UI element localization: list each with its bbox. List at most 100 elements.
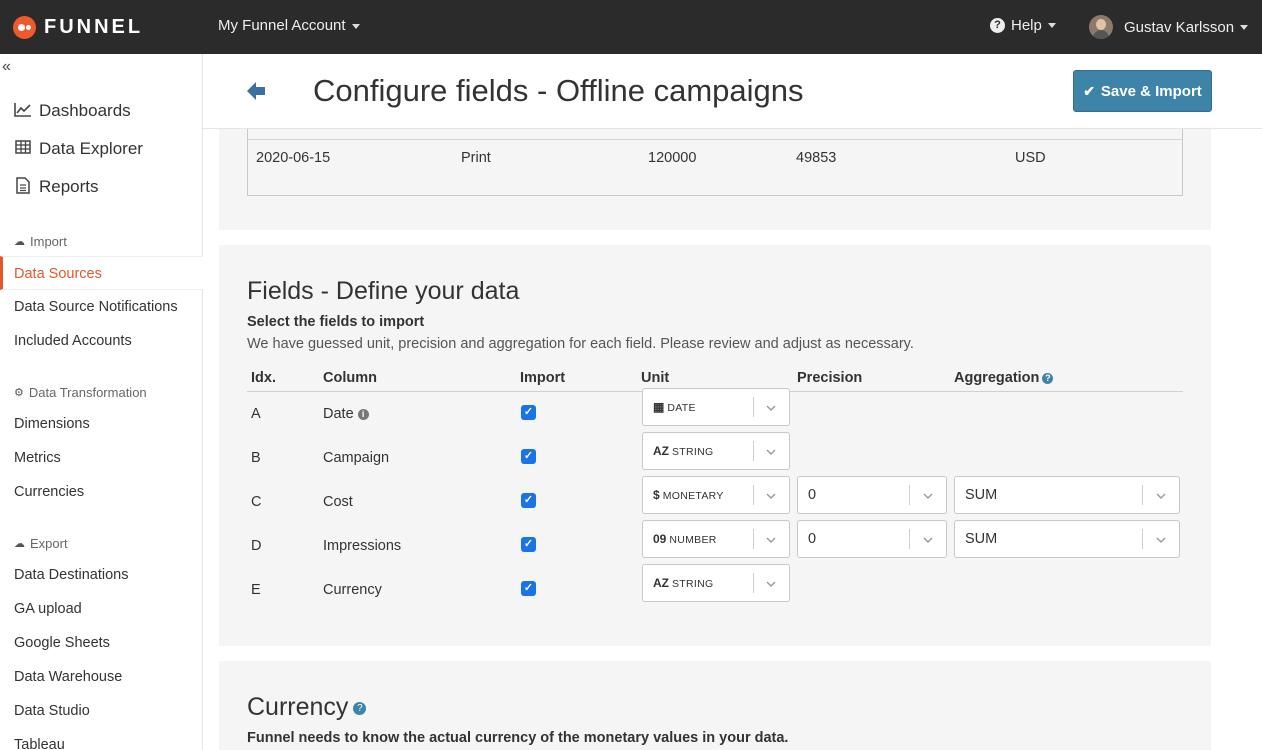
sidebar: « Dashboards Data Explorer Reports ☁ Impo…	[0, 54, 203, 750]
currency-description: Funnel needs to know the actual currency…	[247, 730, 789, 746]
field-column-label: Campaign	[323, 450, 390, 466]
sidebar-item-included-accounts[interactable]: Included Accounts	[14, 333, 132, 349]
field-column-label: Date	[323, 406, 354, 422]
save-import-button[interactable]: ✔ Save & Import	[1073, 70, 1212, 112]
sidebar-item-data-warehouse[interactable]: Data Warehouse	[14, 669, 122, 685]
question-circle-icon[interactable]: ?	[1042, 372, 1054, 384]
import-checkbox[interactable]: ✓	[521, 449, 536, 464]
sidebar-item-metrics[interactable]: Metrics	[14, 450, 61, 466]
table-cell: 120000	[648, 150, 697, 166]
top-bar: FUNNEL My Funnel Account ? Help Gustav K…	[0, 0, 1262, 54]
fields-title: Fields - Define your data	[247, 277, 520, 305]
question-circle-icon[interactable]: ?	[353, 701, 367, 715]
field-idx: A	[251, 406, 261, 422]
unit-value: $ MONETARY	[653, 477, 724, 513]
aggregation-select[interactable]: SUM	[954, 476, 1180, 514]
field-column-name: Date i	[323, 406, 369, 422]
col-header-unit: Unit	[641, 370, 670, 386]
help-menu[interactable]: ? Help	[990, 17, 1056, 34]
unit-type-icon: 09	[653, 532, 667, 546]
currency-title: Currency?	[247, 693, 367, 722]
section-import: ☁ Import	[14, 234, 67, 249]
nav-label: Dashboards	[39, 101, 131, 120]
caret-down-icon	[1047, 23, 1056, 28]
unit-select[interactable]: $ MONETARY	[642, 476, 790, 514]
sidebar-item-data-source-notifications[interactable]: Data Source Notifications	[14, 299, 178, 315]
field-column-name: Cost	[323, 494, 353, 510]
user-menu[interactable]: Gustav Karlsson	[1089, 15, 1249, 39]
col-header-idx: Idx.	[251, 370, 276, 386]
sidebar-item-data-sources[interactable]: Data Sources	[0, 256, 203, 290]
account-switcher[interactable]: My Funnel Account	[218, 17, 360, 34]
col-header-aggregation: Aggregation?	[954, 370, 1054, 386]
back-arrow-icon[interactable]	[245, 76, 267, 106]
chevron-down-icon[interactable]	[766, 400, 776, 411]
check-icon: ✔	[1083, 82, 1095, 99]
precision-select[interactable]: 0	[797, 520, 947, 558]
unit-type-icon: $	[653, 488, 660, 502]
field-idx: D	[251, 538, 262, 554]
chevron-down-icon[interactable]	[923, 488, 933, 499]
sidebar-item-data-destinations[interactable]: Data Destinations	[14, 567, 128, 583]
sidebar-item-google-sheets[interactable]: Google Sheets	[14, 635, 110, 651]
chevron-down-icon[interactable]	[766, 576, 776, 587]
caret-down-icon	[1240, 24, 1249, 30]
table-icon	[14, 140, 32, 158]
select-divider	[753, 573, 754, 593]
chevron-down-icon[interactable]	[766, 532, 776, 543]
save-import-label: Save & Import	[1100, 82, 1202, 100]
field-column-name: Currency	[323, 582, 382, 598]
chevron-down-icon[interactable]	[766, 444, 776, 455]
help-label: Help	[1011, 17, 1042, 34]
sidebar-item-data-studio[interactable]: Data Studio	[14, 703, 90, 719]
unit-label: NUMBER	[669, 534, 717, 546]
chevron-down-icon[interactable]	[1156, 532, 1166, 543]
chevron-down-icon[interactable]	[1156, 488, 1166, 499]
sidebar-item-tableau[interactable]: Tableau	[14, 737, 65, 750]
select-divider	[1142, 485, 1143, 505]
field-column-label: Impressions	[323, 538, 402, 554]
nav-label: Data Explorer	[39, 139, 143, 158]
precision-value: 0	[808, 487, 817, 503]
select-divider	[753, 441, 754, 461]
table-cell: USD	[1015, 150, 1046, 166]
col-header-precision: Precision	[797, 370, 863, 386]
aggregation-select[interactable]: SUM	[954, 520, 1180, 558]
unit-select[interactable]: AZ STRING	[642, 432, 790, 470]
field-idx: E	[251, 582, 261, 598]
unit-select[interactable]: ▦ DATE	[642, 388, 790, 426]
precision-select[interactable]: 0	[797, 476, 947, 514]
sidebar-item-ga-upload[interactable]: GA upload	[14, 601, 82, 617]
import-checkbox[interactable]: ✓	[521, 405, 536, 420]
select-divider	[1142, 529, 1143, 549]
currency-panel: Currency? Funnel needs to know the actua…	[219, 661, 1211, 750]
import-checkbox[interactable]: ✓	[521, 537, 536, 552]
user-name: Gustav Karlsson	[1124, 18, 1235, 36]
sidebar-item-currencies[interactable]: Currencies	[14, 484, 84, 500]
col-header-import: Import	[520, 370, 566, 386]
import-checkbox[interactable]: ✓	[521, 581, 536, 596]
section-label: Import	[30, 234, 67, 249]
gear-icon: ⚙	[14, 387, 24, 399]
field-column-label: Cost	[323, 494, 353, 510]
info-icon[interactable]: i	[357, 408, 369, 420]
select-divider	[753, 485, 754, 505]
chevron-down-icon[interactable]	[923, 532, 933, 543]
aggregation-value: SUM	[965, 487, 998, 503]
import-checkbox[interactable]: ✓	[521, 493, 536, 508]
nav-data-explorer[interactable]: Data Explorer	[14, 130, 143, 168]
nav-dashboards[interactable]: Dashboards	[14, 92, 143, 130]
section-data-transformation: ⚙ Data Transformation	[14, 385, 147, 400]
unit-select[interactable]: AZ STRING	[642, 564, 790, 602]
collapse-sidebar-icon[interactable]: «	[2, 58, 11, 76]
sidebar-item-dimensions[interactable]: Dimensions	[14, 416, 90, 432]
chevron-down-icon[interactable]	[766, 488, 776, 499]
nav-reports[interactable]: Reports	[14, 168, 143, 206]
field-idx: C	[251, 494, 262, 510]
funnel-logo[interactable]: FUNNEL	[13, 15, 143, 39]
nav-label: Reports	[39, 177, 99, 196]
account-name: My Funnel Account	[218, 17, 346, 34]
field-column-label: Currency	[323, 582, 382, 598]
unit-select[interactable]: 09 NUMBER	[642, 520, 790, 558]
unit-value: AZ STRING	[653, 433, 713, 469]
